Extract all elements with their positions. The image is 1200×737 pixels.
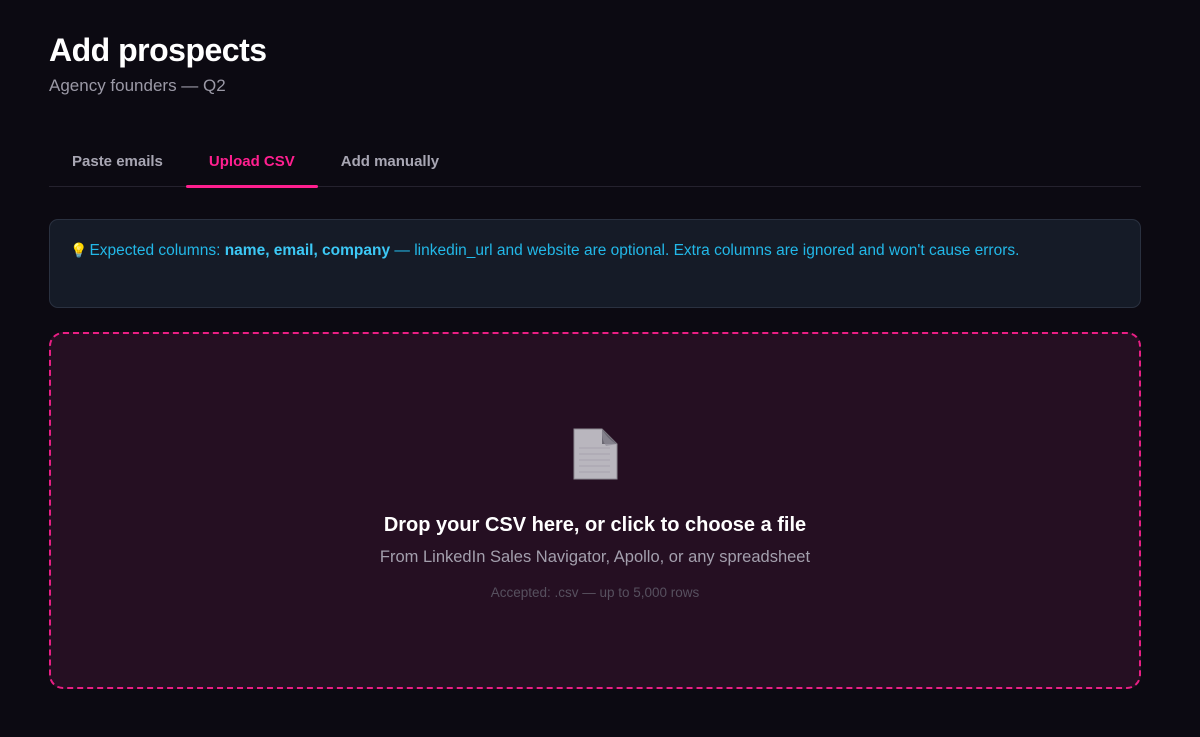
- notice-prefix: Expected columns:: [89, 242, 225, 259]
- tab-add-manually[interactable]: Add manually: [318, 136, 462, 187]
- lightbulb-icon: 💡: [70, 242, 88, 258]
- dropzone-title: Drop your CSV here, or click to choose a…: [383, 514, 807, 536]
- dropzone-subtitle: From LinkedIn Sales Navigator, Apollo, o…: [379, 548, 811, 566]
- page: Add prospects Agency founders — Q2 Paste…: [0, 0, 1200, 737]
- expected-columns-notice: 💡 Expected columns: name, email, company …: [49, 219, 1141, 308]
- page-header: Add prospects Agency founders — Q2: [49, 30, 267, 97]
- notice-required-columns: name, email, company: [224, 242, 391, 259]
- page-title: Add prospects: [49, 32, 267, 68]
- dropzone-accepted-note: Accepted: .csv — up to 5,000 rows: [490, 585, 700, 600]
- tab-bar: Paste emails Upload CSV Add manually: [49, 136, 1141, 188]
- csv-dropzone[interactable]: Drop your CSV here, or click to choose a…: [49, 332, 1141, 689]
- tab-upload-csv[interactable]: Upload CSV: [185, 136, 318, 188]
- page-subtitle: Agency founders — Q2: [49, 76, 226, 95]
- notice-suffix: — linkedin_url and website are optional.…: [390, 242, 1020, 259]
- file-icon: [573, 428, 618, 480]
- tab-paste-emails[interactable]: Paste emails: [49, 136, 186, 187]
